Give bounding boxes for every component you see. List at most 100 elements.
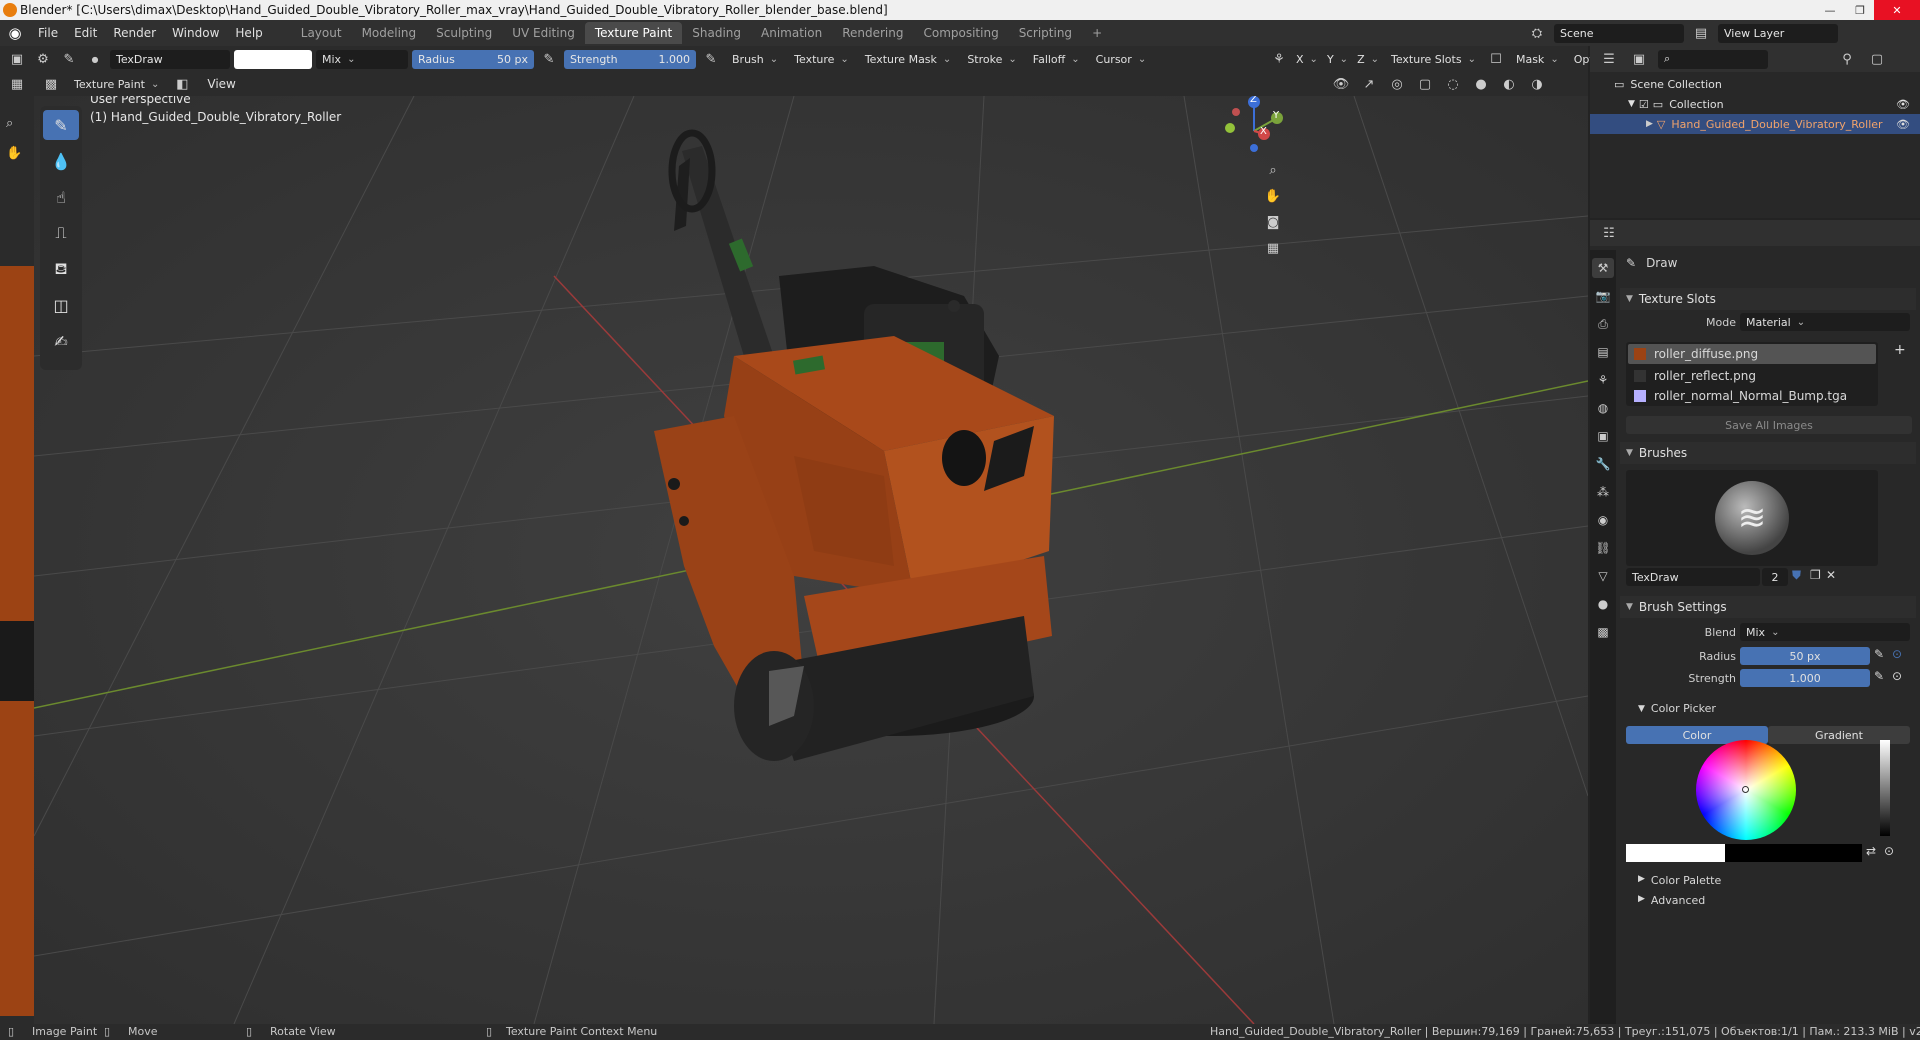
tab-texture-paint[interactable]: Texture Paint <box>584 22 683 44</box>
blender-menu-icon[interactable]: ◉ <box>0 20 30 46</box>
outliner-collection[interactable]: ▼ ☑ ▭ Collection 👁 <box>1590 94 1920 114</box>
strength-slider[interactable]: Strength 1.000 <box>564 49 696 69</box>
perspective-grid-icon[interactable]: ▦ <box>1262 238 1284 258</box>
menu-window[interactable]: Window <box>164 20 227 46</box>
radius-unified-icon[interactable]: ⊙ <box>1892 647 1902 661</box>
object-visibility-icon[interactable]: 👁 <box>1896 118 1910 131</box>
tab-layout[interactable]: Layout <box>291 22 352 44</box>
brush-icon[interactable]: ✎ <box>58 49 80 69</box>
texture-slots-menu[interactable]: Texture Slots <box>1385 50 1482 69</box>
symmetry-icon[interactable]: ⚘ <box>1268 49 1290 69</box>
display-mode-icon[interactable]: ▣ <box>1628 49 1650 69</box>
brush-color-swatch[interactable] <box>234 49 312 69</box>
view-menu[interactable]: View <box>199 73 243 95</box>
particles-tab-icon[interactable]: ⁂ <box>1592 482 1614 502</box>
color-picker-subsection[interactable]: ▼ Color Picker <box>1638 702 1716 715</box>
scene-icon[interactable]: ⛭ <box>1526 23 1548 43</box>
xray-icon[interactable]: ▢ <box>1414 74 1436 94</box>
menu-render[interactable]: Render <box>105 20 164 46</box>
render-tab-icon[interactable]: 📷 <box>1592 286 1614 306</box>
advanced-subsection[interactable]: ▶ Advanced <box>1638 894 1705 907</box>
object-tab-icon[interactable]: ▣ <box>1592 426 1614 446</box>
expand-triangle-icon[interactable]: ▶ <box>1646 119 1653 129</box>
clone-tool-icon[interactable]: ⎍ <box>43 218 79 248</box>
tool-settings-icon[interactable]: ⚙ <box>32 49 54 69</box>
outliner-scene-collection[interactable]: ▭ Scene Collection <box>1590 74 1920 94</box>
world-tab-icon[interactable]: ◍ <box>1592 398 1614 418</box>
material-tab-icon[interactable]: ● <box>1592 594 1614 614</box>
value-slider[interactable] <box>1880 740 1890 836</box>
radius-slider[interactable]: Radius 50 px <box>412 49 534 69</box>
menu-edit[interactable]: Edit <box>66 20 105 46</box>
3d-viewport[interactable]: User Perspective (1) Hand_Guided_Double_… <box>34 96 1588 1024</box>
tool-tab-icon[interactable]: ⚒ <box>1592 258 1614 278</box>
physics-tab-icon[interactable]: ◉ <box>1592 510 1614 530</box>
zoom-icon[interactable]: ⌕ <box>1262 160 1284 180</box>
radius-pressure-icon[interactable]: ✎ <box>538 49 560 69</box>
properties-editor-icon[interactable]: ☷ <box>1598 223 1620 243</box>
strength-pressure-icon[interactable]: ✎ <box>1874 669 1884 683</box>
cursor-menu[interactable]: Cursor <box>1090 50 1153 69</box>
outliner-editor-icon[interactable]: ☰ <box>1598 49 1620 69</box>
add-slot-button[interactable]: + <box>1894 342 1906 358</box>
gizmo-icon[interactable]: ↗ <box>1358 74 1380 94</box>
mode-dropdown[interactable]: Material <box>1740 313 1910 331</box>
strength-slider[interactable]: 1.000 <box>1740 669 1870 687</box>
brush-name-field[interactable]: TexDraw <box>110 49 230 69</box>
editor-type-grid-icon[interactable]: ▦ <box>6 74 28 94</box>
tab-sculpting[interactable]: Sculpting <box>426 22 502 44</box>
duplicate-brush-icon[interactable]: ❐ <box>1810 568 1821 582</box>
color-wheel[interactable] <box>1696 740 1796 840</box>
add-workspace-button[interactable]: + <box>1082 22 1112 44</box>
radius-slider[interactable]: 50 px <box>1740 647 1870 665</box>
tab-modeling[interactable]: Modeling <box>352 22 427 44</box>
menu-help[interactable]: Help <box>227 20 270 46</box>
stroke-menu[interactable]: Stroke <box>961 50 1022 69</box>
slot-item-reflect[interactable]: roller_reflect.png <box>1626 366 1878 386</box>
smear-tool-icon[interactable]: ☝ <box>43 182 79 212</box>
collection-visibility-icon[interactable]: 👁 <box>1896 98 1910 111</box>
close-button[interactable]: ✕ <box>1874 0 1920 20</box>
minimize-button[interactable]: — <box>1816 0 1844 20</box>
outliner-object-row[interactable]: ▶ ▽ Hand_Guided_Double_Vibratory_Roller … <box>1590 114 1920 134</box>
view-layer-icon[interactable]: ▤ <box>1690 23 1712 43</box>
view-layer-tab-icon[interactable]: ▤ <box>1592 342 1614 362</box>
constraints-tab-icon[interactable]: ⛓ <box>1592 538 1614 558</box>
mirror-x-toggle[interactable]: X <box>1293 50 1321 69</box>
draw-tool-icon[interactable]: ✎ <box>43 110 79 140</box>
output-tab-icon[interactable]: ⎙ <box>1592 314 1614 334</box>
texture-mask-menu[interactable]: Texture Mask <box>859 50 958 69</box>
mask-checkbox[interactable]: ☐ <box>1485 49 1507 69</box>
scene-tab-icon[interactable]: ⚘ <box>1592 370 1614 390</box>
annotate-tool-icon[interactable]: ✍ <box>43 326 79 356</box>
tab-rendering[interactable]: Rendering <box>832 22 913 44</box>
brush-menu[interactable]: Brush <box>726 50 784 69</box>
brush-name-field[interactable]: TexDraw <box>1626 568 1760 586</box>
outliner-search-field[interactable]: ⌕ <box>1658 49 1768 69</box>
strength-pressure-icon[interactable]: ✎ <box>700 49 722 69</box>
mode-dropdown[interactable]: Texture Paint <box>68 75 165 94</box>
solid-shading-icon[interactable]: ● <box>1470 74 1492 94</box>
slot-item-normal[interactable]: roller_normal_Normal_Bump.tga <box>1626 386 1878 406</box>
viewport-scene[interactable] <box>34 96 1588 1024</box>
slot-item-diffuse[interactable]: roller_diffuse.png <box>1628 344 1876 364</box>
color-unified-icon[interactable]: ⊙ <box>1884 844 1894 858</box>
mirror-z-toggle[interactable]: Z <box>1354 50 1382 69</box>
fill-tool-icon[interactable]: ⛾ <box>43 254 79 284</box>
rendered-shading-icon[interactable]: ◑ <box>1526 74 1548 94</box>
texture-tab-icon[interactable]: ▩ <box>1592 622 1614 642</box>
new-collection-icon[interactable]: ▢ <box>1866 49 1888 69</box>
color-palette-subsection[interactable]: ▶ Color Palette <box>1638 874 1721 887</box>
paint-mask-icon[interactable]: ◧ <box>171 74 193 94</box>
brush-preview[interactable]: ≋ <box>1626 470 1878 566</box>
texture-slot-list[interactable]: roller_diffuse.png roller_reflect.png ro… <box>1626 342 1878 406</box>
collapse-triangle-icon[interactable]: ▼ <box>1628 99 1635 109</box>
maximize-button[interactable]: ❐ <box>1846 0 1874 20</box>
scene-field[interactable]: Scene <box>1554 23 1684 43</box>
fake-user-icon[interactable]: ⛊ <box>1792 568 1801 583</box>
data-tab-icon[interactable]: ▽ <box>1592 566 1614 586</box>
view-layer-field[interactable]: View Layer <box>1718 23 1838 43</box>
menu-file[interactable]: File <box>30 20 66 46</box>
camera-icon[interactable]: ◙ <box>1262 212 1284 232</box>
texture-menu[interactable]: Texture <box>788 50 855 69</box>
